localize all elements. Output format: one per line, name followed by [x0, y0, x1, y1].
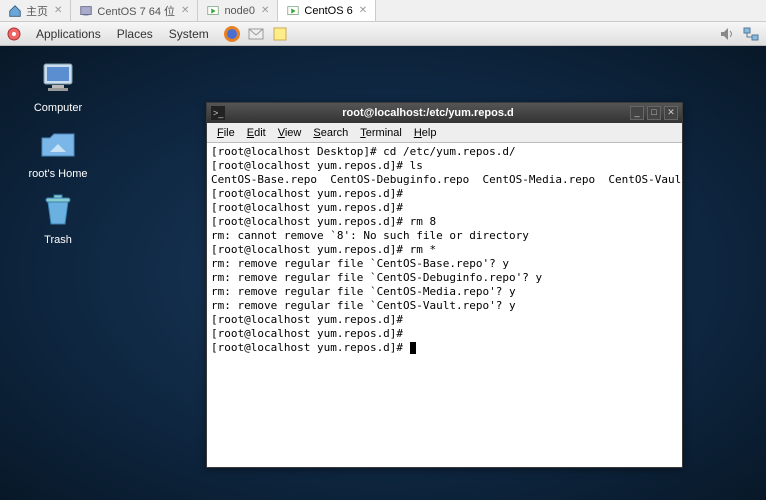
vm-running-icon [286, 4, 300, 18]
computer-icon [38, 58, 78, 98]
host-tab-bar: 主页 ✕ CentOS 7 64 位 ✕ node0 ✕ CentOS 6 ✕ [0, 0, 766, 22]
home-folder-icon [38, 124, 78, 164]
terminal-menu-search[interactable]: Search [307, 127, 354, 139]
terminal-menu-file[interactable]: File [211, 127, 241, 139]
menu-places[interactable]: Places [109, 27, 161, 41]
terminal-menubar: FileEditViewSearchTerminalHelp [207, 123, 682, 143]
close-icon[interactable]: ✕ [54, 5, 62, 16]
desktop-icon-trash[interactable]: Trash [18, 190, 98, 246]
close-icon[interactable]: ✕ [261, 5, 269, 16]
host-tab-label: node0 [224, 5, 255, 17]
network-icon[interactable] [742, 25, 760, 43]
window-titlebar[interactable]: >_ root@localhost:/etc/yum.repos.d _ □ ✕ [207, 103, 682, 123]
maximize-button[interactable]: □ [647, 106, 661, 120]
host-tab-label: CentOS 7 64 位 [97, 3, 175, 19]
volume-icon[interactable] [718, 25, 736, 43]
close-icon[interactable]: ✕ [359, 5, 367, 16]
terminal-menu-help[interactable]: Help [408, 127, 443, 139]
desktop-icon-label: Trash [18, 234, 98, 246]
vm-icon [79, 4, 93, 18]
terminal-body[interactable]: [root@localhost Desktop]# cd /etc/yum.re… [207, 143, 682, 467]
firefox-icon[interactable] [223, 25, 241, 43]
terminal-menu-terminal[interactable]: Terminal [354, 127, 408, 139]
host-tab-label: CentOS 6 [304, 5, 352, 17]
minimize-button[interactable]: _ [630, 106, 644, 120]
svg-text:>_: >_ [213, 108, 224, 118]
start-icon[interactable] [6, 26, 22, 42]
host-tab-home[interactable]: 主页 ✕ [0, 0, 71, 21]
menu-system[interactable]: System [161, 27, 217, 41]
terminal-icon: >_ [211, 106, 225, 120]
desktop[interactable]: Computer root's Home Trash >_ root@local… [0, 46, 766, 500]
desktop-icon-computer[interactable]: Computer [18, 58, 98, 114]
trash-icon [38, 190, 78, 230]
terminal-cursor [410, 342, 416, 354]
host-tab-label: 主页 [26, 3, 48, 19]
terminal-menu-view[interactable]: View [272, 127, 308, 139]
host-tab-centos7[interactable]: CentOS 7 64 位 ✕ [71, 0, 198, 21]
desktop-icon-label: Computer [18, 102, 98, 114]
gnome-panel: Applications Places System [0, 22, 766, 46]
home-icon [8, 4, 22, 18]
close-icon[interactable]: ✕ [181, 5, 189, 16]
desktop-icon-home[interactable]: root's Home [18, 124, 98, 180]
note-icon[interactable] [271, 25, 289, 43]
vm-running-icon [206, 4, 220, 18]
window-title: root@localhost:/etc/yum.repos.d [229, 107, 627, 119]
desktop-icon-label: root's Home [18, 168, 98, 180]
mail-icon[interactable] [247, 25, 265, 43]
terminal-menu-edit[interactable]: Edit [241, 127, 272, 139]
terminal-window: >_ root@localhost:/etc/yum.repos.d _ □ ✕… [206, 102, 683, 468]
host-tab-node0[interactable]: node0 ✕ [198, 0, 278, 21]
menu-applications[interactable]: Applications [28, 27, 109, 41]
close-button[interactable]: ✕ [664, 106, 678, 120]
host-tab-centos6[interactable]: CentOS 6 ✕ [278, 0, 376, 21]
